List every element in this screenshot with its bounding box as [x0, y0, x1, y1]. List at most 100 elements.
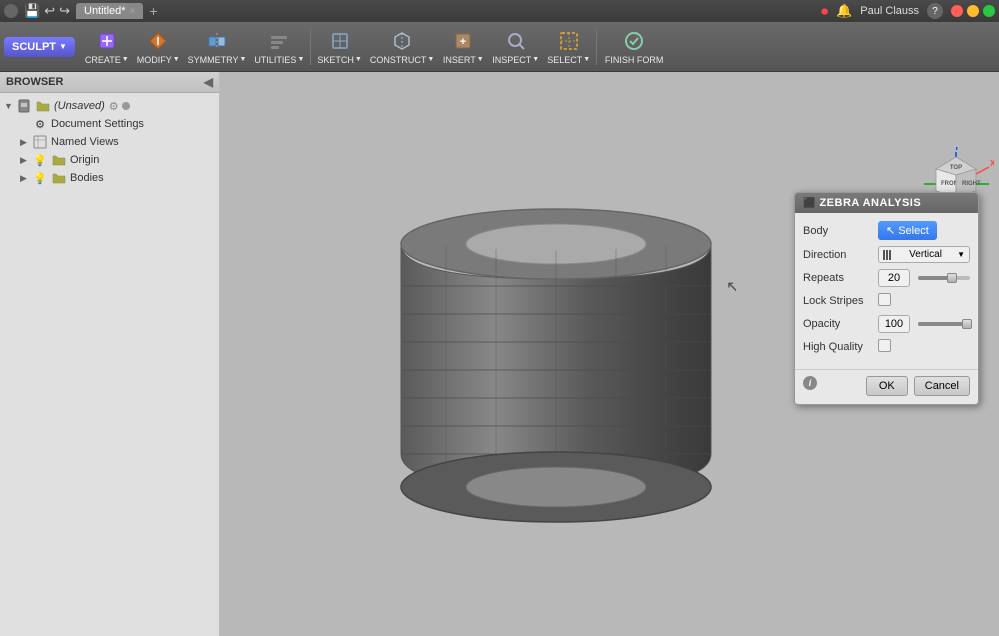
- svg-text:RIGHT: RIGHT: [962, 181, 981, 187]
- tab-label: Untitled*: [84, 5, 126, 17]
- body-row: Body ↖ Select: [803, 221, 970, 240]
- tree-item-bodies[interactable]: ▶ 💡 Bodies: [16, 169, 219, 187]
- maximize-btn[interactable]: [983, 5, 995, 17]
- app-icons-group: 💾 ↩ ↪: [24, 3, 70, 19]
- tree-item-doc-settings[interactable]: ▶ ⚙ Document Settings: [16, 115, 219, 133]
- title-icon: ⬛: [803, 198, 815, 209]
- redo-icon[interactable]: ↪: [59, 3, 70, 19]
- high-quality-control: [878, 339, 970, 355]
- inspect-tool[interactable]: INSPECT ▼: [488, 23, 543, 71]
- create-tool[interactable]: CREATE ▼: [81, 23, 133, 71]
- body-select-btn[interactable]: ↖ Select: [878, 221, 937, 240]
- title-bar: 💾 ↩ ↪ Untitled* × + ⏺ 🔔 Paul Clauss ?: [0, 0, 999, 22]
- tree-arrow-bodies: ▶: [20, 173, 32, 184]
- construct-icon: [390, 29, 414, 53]
- svg-text:X: X: [990, 159, 994, 168]
- new-tab-btn[interactable]: +: [145, 3, 161, 19]
- browser-collapse-btn[interactable]: ◀: [204, 75, 213, 89]
- tab-bar: Untitled* × +: [76, 3, 162, 19]
- browser-panel: BROWSER ◀ ▼ (Unsaved) ⚙ ▶ ⚙ Document Set…: [0, 72, 220, 636]
- tree-arrow-root: ▼: [4, 101, 16, 111]
- direction-arrow: ▼: [957, 250, 965, 259]
- 3d-model-cylinder: ↖: [376, 184, 736, 524]
- sculpt-arrow: ▼: [59, 42, 67, 51]
- insert-tool[interactable]: + INSERT ▼: [438, 23, 488, 71]
- active-tab[interactable]: Untitled* ×: [76, 3, 143, 19]
- direction-icon: [883, 250, 891, 260]
- sculpt-menu[interactable]: SCULPT ▼: [4, 37, 75, 57]
- utilities-icon: [267, 29, 291, 53]
- inspect-label: INSPECT ▼: [492, 55, 539, 65]
- titlebar-right: ⏺ 🔔 Paul Clauss ?: [821, 3, 995, 20]
- inspect-icon: [504, 29, 528, 53]
- tree-item-named-views[interactable]: ▶ Named Views: [16, 133, 219, 151]
- repeats-slider[interactable]: [918, 276, 970, 280]
- gear-icon-small[interactable]: ⚙: [109, 100, 119, 113]
- tree-item-root[interactable]: ▼ (Unsaved) ⚙: [0, 97, 219, 115]
- sketch-icon: [328, 29, 352, 53]
- sculpt-label: SCULPT: [12, 41, 56, 53]
- tree-icon-light-bodies: 💡: [32, 171, 48, 185]
- finish-form-tool[interactable]: FINISH FORM: [599, 23, 669, 71]
- sketch-tool[interactable]: SKETCH ▼: [313, 23, 365, 71]
- opacity-thumb[interactable]: [962, 319, 972, 329]
- repeats-track: [918, 276, 970, 280]
- lock-stripes-checkbox[interactable]: [878, 293, 891, 306]
- create-icon: [95, 29, 119, 53]
- opacity-slider[interactable]: [918, 322, 970, 326]
- repeats-control: 20: [878, 269, 970, 287]
- symmetry-icon: [205, 29, 229, 53]
- high-quality-checkbox[interactable]: [878, 339, 891, 352]
- insert-icon: +: [451, 29, 475, 53]
- direction-dropdown[interactable]: Vertical ▼: [878, 246, 970, 263]
- save-icon[interactable]: 💾: [24, 3, 40, 19]
- select-label: SELECT ▼: [547, 55, 590, 65]
- utilities-tool[interactable]: UTILITIES ▼: [250, 23, 308, 71]
- svg-text:Y: Y: [954, 147, 960, 152]
- visibility-dot[interactable]: [122, 102, 130, 110]
- tab-close-btn[interactable]: ×: [130, 6, 136, 17]
- toolbar-divider-2: [596, 29, 597, 65]
- notifications-icon[interactable]: 🔔: [836, 3, 852, 19]
- opacity-input[interactable]: 100: [878, 315, 910, 333]
- repeats-thumb[interactable]: [947, 273, 957, 283]
- tree-icon-light: 💡: [32, 153, 48, 167]
- high-quality-row: High Quality: [803, 339, 970, 355]
- minimize-btn[interactable]: [967, 5, 979, 17]
- select-icon: [557, 29, 581, 53]
- record-btn[interactable]: ⏺: [821, 3, 828, 20]
- close-btn[interactable]: [951, 5, 963, 17]
- symmetry-tool[interactable]: SYMMETRY ▼: [184, 23, 251, 71]
- undo-icon[interactable]: ↩: [44, 3, 55, 19]
- browser-title: BROWSER: [6, 76, 63, 88]
- opacity-label: Opacity: [803, 318, 878, 330]
- titlebar-left: 💾 ↩ ↪ Untitled* × +: [4, 3, 162, 19]
- opacity-row: Opacity 100: [803, 315, 970, 333]
- modify-tool[interactable]: MODIFY ▼: [133, 23, 184, 71]
- footer-spacer: [823, 376, 860, 396]
- tree-item-origin[interactable]: ▶ 💡 Origin: [16, 151, 219, 169]
- finish-form-label: FINISH FORM: [605, 55, 664, 65]
- tree-arrow-views: ▶: [20, 137, 32, 148]
- dialog-title-bar[interactable]: ⬛ ZEBRA ANALYSIS: [795, 193, 978, 213]
- cursor-icon: ↖: [886, 224, 895, 237]
- select-tool[interactable]: SELECT ▼: [543, 23, 594, 71]
- user-label: Paul Clauss: [860, 5, 919, 17]
- svg-text:↖: ↖: [726, 279, 736, 296]
- window-controls: [951, 5, 995, 17]
- construct-label: CONSTRUCT ▼: [370, 55, 434, 65]
- repeats-input[interactable]: 20: [878, 269, 910, 287]
- opacity-control: 100: [878, 315, 970, 333]
- construct-tool[interactable]: CONSTRUCT ▼: [366, 23, 438, 71]
- tree-icon-origin-folder: [51, 153, 67, 167]
- svg-text:+: +: [460, 36, 466, 48]
- help-btn[interactable]: ?: [927, 3, 943, 19]
- lock-stripes-control: [878, 293, 970, 309]
- symmetry-label: SYMMETRY ▼: [188, 55, 247, 65]
- ok-button[interactable]: OK: [866, 376, 908, 396]
- repeats-label: Repeats: [803, 272, 878, 284]
- tree-icon-gear: ⚙: [32, 117, 48, 131]
- browser-tree: ▼ (Unsaved) ⚙ ▶ ⚙ Document Settings ▶ Na…: [0, 93, 219, 191]
- info-icon[interactable]: i: [803, 376, 817, 390]
- cancel-button[interactable]: Cancel: [914, 376, 970, 396]
